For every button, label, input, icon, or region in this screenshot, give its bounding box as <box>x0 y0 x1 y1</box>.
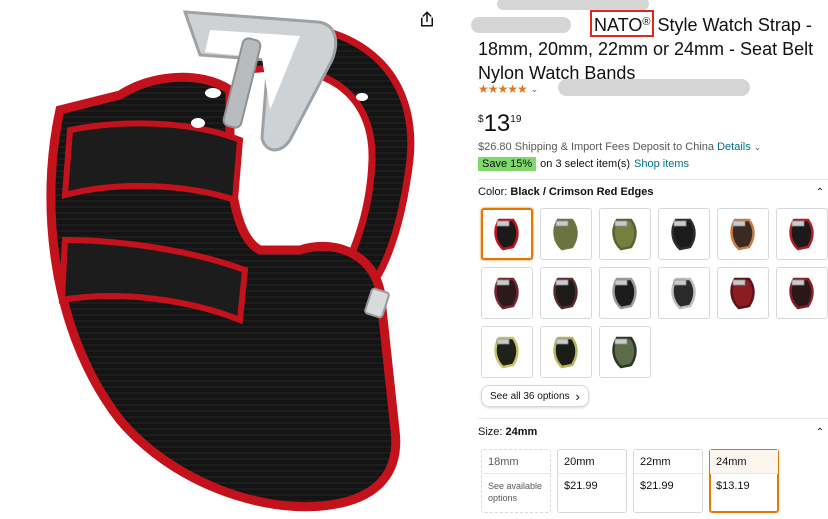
size-option-price: See available options <box>488 481 543 503</box>
price-whole: 13 <box>483 110 511 137</box>
strap-thumbnail <box>612 277 637 310</box>
color-swatch-grid <box>481 208 828 378</box>
color-swatch[interactable] <box>776 208 828 260</box>
rating-row[interactable]: ★★★★★ ⌄ <box>478 82 538 96</box>
divider <box>478 418 828 419</box>
size-options: 18mm See available options 20mm $21.99 22mm $… <box>481 449 779 513</box>
color-swatch[interactable] <box>481 326 533 378</box>
size-option-20mm[interactable]: 20mm $21.99 <box>557 449 627 513</box>
share-icon <box>421 11 433 27</box>
size-section-header: Size: 24mm ⌃ <box>478 426 824 438</box>
size-option-22mm[interactable]: 22mm $21.99 <box>633 449 703 513</box>
promo-row: Save 15% on 3 select item(s) Shop items <box>478 157 689 171</box>
strap-thumbnail <box>789 218 814 251</box>
color-swatch[interactable] <box>540 208 592 260</box>
strap-thumbnail <box>789 277 814 310</box>
color-selected-value: Black / Crimson Red Edges <box>510 186 654 198</box>
color-section-header: Color: Black / Crimson Red Edges ⌃ <box>478 186 824 198</box>
chevron-up-icon[interactable]: ⌃ <box>816 427 824 438</box>
title-highlight: NATO® <box>590 10 655 37</box>
color-swatch[interactable] <box>776 267 828 319</box>
strap-thumbnail <box>612 336 637 369</box>
see-all-label: See all 36 options <box>490 390 570 402</box>
color-swatch[interactable] <box>481 267 533 319</box>
strap-thumbnail <box>730 218 755 251</box>
strap-thumbnail <box>612 218 637 251</box>
see-all-options-button[interactable]: See all 36 options › <box>481 385 589 407</box>
size-option-name: 18mm <box>482 450 550 474</box>
strap-thumbnail <box>553 218 578 251</box>
size-option-price: $21.99 <box>564 480 598 492</box>
strap-thumbnail <box>671 218 696 251</box>
star-rating-icon[interactable]: ★★★★★ <box>478 82 528 96</box>
color-swatch[interactable] <box>717 208 769 260</box>
shipping-details-link[interactable]: Details <box>717 141 751 153</box>
size-option-name: 20mm <box>558 450 626 474</box>
shipping-info: $26.80 Shipping & Import Fees Deposit to… <box>478 141 761 153</box>
shipping-text: $26.80 Shipping & Import Fees Deposit to… <box>478 141 715 153</box>
color-swatch[interactable] <box>717 267 769 319</box>
watch-strap-image <box>46 10 415 512</box>
strap-thumbnail <box>553 277 578 310</box>
chevron-down-icon[interactable]: ⌄ <box>531 84 539 95</box>
size-label: Size: <box>478 426 503 438</box>
color-swatch[interactable] <box>481 208 533 260</box>
size-selected-value: 24mm <box>505 426 538 438</box>
color-swatch[interactable] <box>599 267 651 319</box>
color-swatch[interactable] <box>658 208 710 260</box>
strap-thumbnail <box>494 277 519 310</box>
chevron-down-icon[interactable]: ⌄ <box>754 142 762 152</box>
size-option-name: 22mm <box>634 450 702 474</box>
size-option-18mm[interactable]: 18mm See available options <box>481 449 551 513</box>
color-swatch[interactable] <box>599 208 651 260</box>
price-fraction: 19 <box>510 114 522 125</box>
size-option-24mm[interactable]: 24mm $13.19 <box>709 449 779 513</box>
redacted-text <box>497 0 649 10</box>
strap-thumbnail <box>671 277 696 310</box>
color-label: Color: <box>478 186 508 198</box>
share-button[interactable] <box>414 6 440 32</box>
strap-thumbnail <box>553 336 578 369</box>
title-line-2: 18mm, 20mm, 22mm or 24mm - Seat Belt <box>478 39 814 59</box>
price: $ 13 19 <box>478 112 521 136</box>
promo-badge: Save 15% <box>478 157 537 171</box>
chevron-right-icon: › <box>575 388 580 404</box>
color-swatch[interactable] <box>599 326 651 378</box>
strap-thumbnail <box>730 277 755 310</box>
strap-thumbnail <box>494 218 519 251</box>
chevron-up-icon[interactable]: ⌃ <box>816 187 824 198</box>
product-title: NATO® Style Watch Strap - 18mm, 20mm, 22m… <box>478 10 828 85</box>
size-option-name: 24mm <box>710 450 778 474</box>
shop-items-link[interactable]: Shop items <box>634 158 689 170</box>
color-swatch[interactable] <box>658 267 710 319</box>
divider <box>478 179 828 180</box>
promo-text: on 3 select item(s) <box>540 158 631 170</box>
product-details: NATO® Style Watch Strap - 18mm, 20mm, 22m… <box>470 0 828 519</box>
size-option-price: $13.19 <box>716 480 750 492</box>
color-swatch[interactable] <box>540 267 592 319</box>
color-swatch[interactable] <box>540 326 592 378</box>
size-option-price: $21.99 <box>640 480 674 492</box>
product-image[interactable] <box>0 0 458 519</box>
strap-thumbnail <box>494 336 519 369</box>
